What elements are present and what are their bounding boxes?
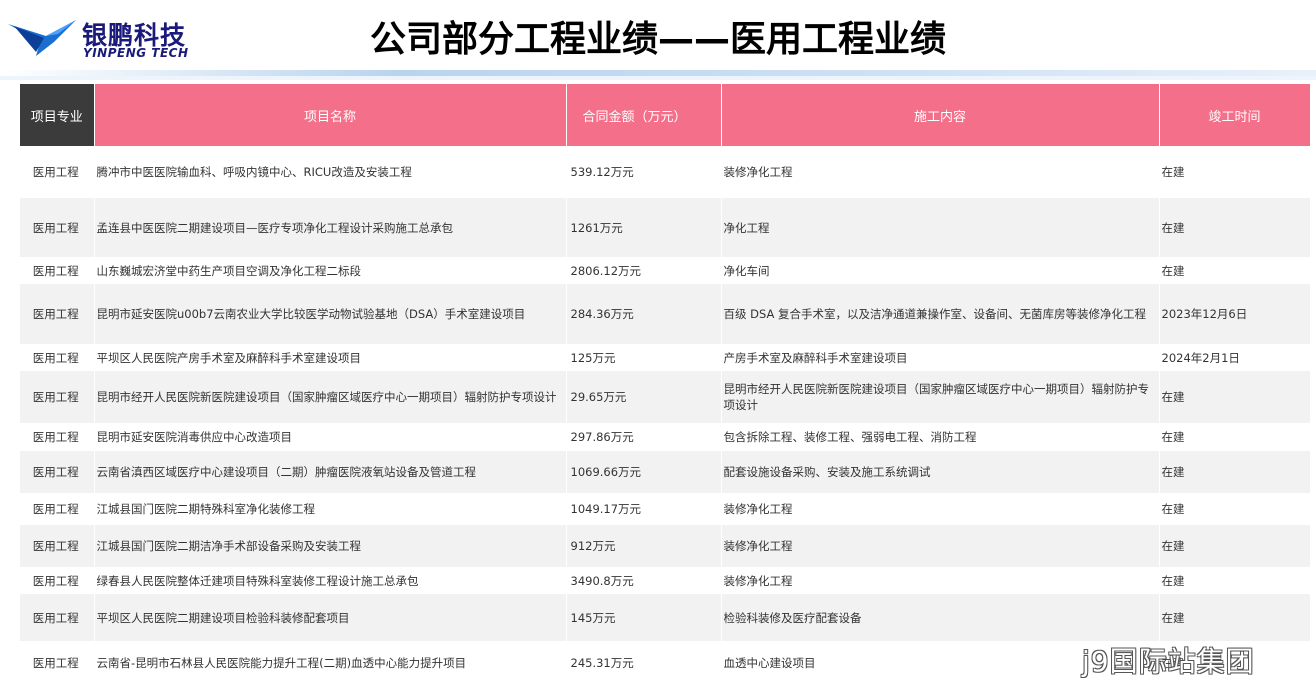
cell-construction-content: 装修净化工程 (721, 525, 1160, 567)
column-header-category: 项目专业 (20, 84, 95, 146)
cell-completion-date: 在建 (1159, 493, 1311, 525)
cell-completion-date: 在建 (1159, 146, 1311, 198)
header-divider-light (0, 76, 1316, 80)
cell-contract-amount: 284.36万元 (566, 284, 722, 344)
cell-contract-amount: 245.31万元 (566, 641, 722, 685)
company-logo[interactable]: 银鹏科技 YINPENG TECH (6, 14, 196, 60)
cell-completion-date: 在建 (1159, 594, 1311, 641)
watermark-text: j9国际站集团 (1082, 645, 1255, 678)
table-row: 医用工程 绿春县人民医院整体迁建项目特殊科室装修工程设计施工总承包 3490.8… (20, 567, 1311, 594)
column-header-completion-date: 竣工时间 (1159, 84, 1311, 146)
cell-category: 医用工程 (20, 371, 95, 423)
cell-completion-date: 在建 (1159, 525, 1311, 567)
cell-contract-amount: 539.12万元 (566, 146, 722, 198)
cell-project-name: 江城县国门医院二期洁净手术部设备采购及安装工程 (94, 525, 567, 567)
cell-completion-date: 在建 (1159, 567, 1311, 594)
table-row: 医用工程 昆明市延安医院u00b7云南农业大学比较医学动物试验基地（DSA）手术… (20, 284, 1311, 344)
cell-completion-date: 2023年12月6日 (1159, 284, 1311, 344)
cell-construction-content: 装修净化工程 (721, 493, 1160, 525)
cell-construction-content: 包含拆除工程、装修工程、强弱电工程、消防工程 (721, 423, 1160, 451)
column-header-project-name: 项目名称 (94, 84, 567, 146)
cell-contract-amount: 297.86万元 (566, 423, 722, 451)
page-title: 公司部分工程业绩——医用工程业绩 (370, 19, 947, 60)
cell-category: 医用工程 (20, 423, 95, 451)
cell-completion-date: 在建 (1159, 371, 1311, 423)
cell-completion-date: 在建 (1159, 423, 1311, 451)
cell-category: 医用工程 (20, 567, 95, 594)
cell-category: 医用工程 (20, 451, 95, 493)
table-row: 医用工程 腾冲市中医医院输血科、呼吸内镜中心、RICU改造及安装工程 539.1… (20, 146, 1311, 198)
cell-construction-content: 产房手术室及麻醉科手术室建设项目 (721, 344, 1160, 371)
cell-construction-content: 装修净化工程 (721, 567, 1160, 594)
cell-project-name: 绿春县人民医院整体迁建项目特殊科室装修工程设计施工总承包 (94, 567, 567, 594)
cell-contract-amount: 145万元 (566, 594, 722, 641)
column-header-contract-amount: 合同金额（万元） (566, 84, 722, 146)
cell-project-name: 腾冲市中医医院输血科、呼吸内镜中心、RICU改造及安装工程 (94, 146, 567, 198)
cell-project-name: 平坝区人民医院产房手术室及麻醉科手术室建设项目 (94, 344, 567, 371)
cell-contract-amount: 1261万元 (566, 198, 722, 257)
table-row: 医用工程 孟连县中医医院二期建设项目—医疗专项净化工程设计采购施工总承包 126… (20, 198, 1311, 257)
cell-project-name: 云南省-昆明市石林县人民医院能力提升工程(二期)血透中心能力提升项目 (94, 641, 567, 685)
table-row: 医用工程 山东巍城宏济堂中药生产项目空调及净化工程二标段 2806.12万元 净… (20, 257, 1311, 284)
cell-project-name: 孟连县中医医院二期建设项目—医疗专项净化工程设计采购施工总承包 (94, 198, 567, 257)
cell-project-name: 昆明市延安医院消毒供应中心改造项目 (94, 423, 567, 451)
cell-category: 医用工程 (20, 493, 95, 525)
cell-construction-content: 装修净化工程 (721, 146, 1160, 198)
cell-category: 医用工程 (20, 198, 95, 257)
cell-contract-amount: 3490.8万元 (566, 567, 722, 594)
cell-category: 医用工程 (20, 594, 95, 641)
cell-project-name: 云南省滇西区域医疗中心建设项目（二期）肿瘤医院液氧站设备及管道工程 (94, 451, 567, 493)
cell-contract-amount: 1049.17万元 (566, 493, 722, 525)
cell-contract-amount: 2806.12万元 (566, 257, 722, 284)
cell-project-name: 山东巍城宏济堂中药生产项目空调及净化工程二标段 (94, 257, 567, 284)
cell-completion-date: 在建 (1159, 257, 1311, 284)
eagle-logo-icon (8, 20, 76, 56)
cell-construction-content: 检验科装修及医疗配套设备 (721, 594, 1160, 641)
cell-category: 医用工程 (20, 641, 95, 685)
cell-contract-amount: 29.65万元 (566, 371, 722, 423)
cell-category: 医用工程 (20, 257, 95, 284)
cell-project-name: 昆明市经开人民医院新医院建设项目（国家肿瘤区域医疗中心一期项目）辐射防护专项设计 (94, 371, 567, 423)
cell-category: 医用工程 (20, 146, 95, 198)
performance-table: 项目专业 项目名称 合同金额（万元） 施工内容 竣工时间 医用工程 腾冲市中医医… (20, 84, 1311, 685)
table-row: 医用工程 平坝区人民医院产房手术室及麻醉科手术室建设项目 125万元 产房手术室… (20, 344, 1311, 371)
cell-category: 医用工程 (20, 284, 95, 344)
table-header-row: 项目专业 项目名称 合同金额（万元） 施工内容 竣工时间 (20, 84, 1311, 146)
cell-contract-amount: 1069.66万元 (566, 451, 722, 493)
column-header-construction-content: 施工内容 (721, 84, 1160, 146)
table-row: 医用工程 云南省滇西区域医疗中心建设项目（二期）肿瘤医院液氧站设备及管道工程 1… (20, 451, 1311, 493)
cell-construction-content: 净化工程 (721, 198, 1160, 257)
logo-text-en: YINPENG TECH (83, 46, 189, 60)
cell-category: 医用工程 (20, 344, 95, 371)
cell-construction-content: 配套设施设备采购、安装及施工系统调试 (721, 451, 1160, 493)
cell-completion-date: 2024年2月1日 (1159, 344, 1311, 371)
table-row: 医用工程 昆明市延安医院消毒供应中心改造项目 297.86万元 包含拆除工程、装… (20, 423, 1311, 451)
cell-completion-date: 在建 (1159, 198, 1311, 257)
table-row: 医用工程 江城县国门医院二期洁净手术部设备采购及安装工程 912万元 装修净化工… (20, 525, 1311, 567)
cell-contract-amount: 125万元 (566, 344, 722, 371)
header: 银鹏科技 YINPENG TECH 公司部分工程业绩——医用工程业绩 (0, 0, 1316, 70)
cell-construction-content: 昆明市经开人民医院新医院建设项目（国家肿瘤区域医疗中心一期项目）辐射防护专项设计 (721, 371, 1160, 423)
cell-project-name: 昆明市延安医院u00b7云南农业大学比较医学动物试验基地（DSA）手术室建设项目 (94, 284, 567, 344)
cell-construction-content: 净化车间 (721, 257, 1160, 284)
cell-project-name: 平坝区人民医院二期建设项目检验科装修配套项目 (94, 594, 567, 641)
table-row: 医用工程 江城县国门医院二期特殊科室净化装修工程 1049.17万元 装修净化工… (20, 493, 1311, 525)
cell-completion-date: 在建 (1159, 451, 1311, 493)
cell-contract-amount: 912万元 (566, 525, 722, 567)
cell-category: 医用工程 (20, 525, 95, 567)
cell-project-name: 江城县国门医院二期特殊科室净化装修工程 (94, 493, 567, 525)
cell-construction-content: 百级 DSA 复合手术室，以及洁净通道兼操作室、设备间、无菌库房等装修净化工程 (721, 284, 1160, 344)
table-row: 医用工程 昆明市经开人民医院新医院建设项目（国家肿瘤区域医疗中心一期项目）辐射防… (20, 371, 1311, 423)
table-row: 医用工程 平坝区人民医院二期建设项目检验科装修配套项目 145万元 检验科装修及… (20, 594, 1311, 641)
